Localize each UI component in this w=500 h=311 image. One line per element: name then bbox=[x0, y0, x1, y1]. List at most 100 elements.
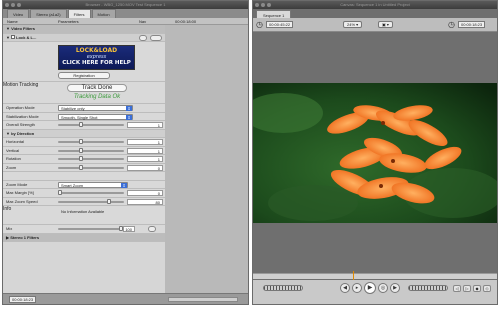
stabilization-mode-label: Stabilization Mode bbox=[6, 113, 39, 119]
canvas-title: Canvas: Sequence 1 in Untitled Project bbox=[340, 2, 410, 7]
overall-strength-row: Overall Strength 1 bbox=[3, 121, 165, 130]
help-banner[interactable]: LOCK&LOAD express CLICK HERE FOR HELP bbox=[58, 45, 135, 70]
horizontal-row: Horizontal 1 bbox=[3, 138, 165, 147]
vertical-slider[interactable] bbox=[58, 147, 124, 153]
vertical-label: Vertical bbox=[6, 147, 20, 153]
play-button[interactable]: ▶ bbox=[364, 282, 376, 294]
by-direction-group[interactable]: ▼ by Direction bbox=[3, 129, 165, 138]
tab-video[interactable]: Video bbox=[7, 9, 30, 18]
max-zoom-speed-value[interactable]: 80 bbox=[127, 198, 163, 205]
max-zoom-speed-slider[interactable] bbox=[58, 198, 124, 204]
browser-titlebar: Browser - WBG_1250.MOV Test Sequence 1 bbox=[3, 1, 248, 9]
slider-knob[interactable] bbox=[79, 147, 84, 153]
close-dot[interactable] bbox=[5, 3, 9, 7]
mix-value[interactable]: 100 bbox=[123, 226, 135, 232]
zoom-row: Zoom 0 bbox=[3, 163, 165, 172]
operation-mode-select[interactable]: Stabilize only ⇕ bbox=[58, 105, 133, 111]
mark-out-button[interactable]: ▷ bbox=[463, 285, 471, 292]
operation-mode-value: Stabilize only bbox=[61, 106, 85, 111]
keyframe-button[interactable]: ◇ bbox=[483, 285, 491, 292]
parameter-list: ▼ Video Filters ▼ Lock & L... LOCK&LOAD … bbox=[3, 25, 165, 242]
keyframe-menu-icon[interactable] bbox=[150, 34, 162, 41]
max-zoom-speed-label: Max Zoom Speed bbox=[6, 198, 38, 204]
zoom-dot[interactable] bbox=[17, 3, 21, 7]
zoom-value[interactable]: 0 bbox=[127, 164, 163, 171]
playhead[interactable] bbox=[353, 271, 354, 280]
slider-knob[interactable] bbox=[79, 122, 84, 127]
column-parameters: Parameters bbox=[58, 19, 79, 24]
registration-button[interactable]: Registration bbox=[58, 72, 110, 79]
window-controls[interactable] bbox=[5, 3, 21, 7]
shuttle-control[interactable] bbox=[263, 285, 303, 291]
zoom-mode-select[interactable]: Smart Zoom ⇕ bbox=[58, 181, 128, 188]
tracking-status: Tracking Data Ok bbox=[73, 94, 121, 100]
max-margin-value[interactable]: 0 bbox=[127, 190, 163, 196]
stabilization-mode-select[interactable]: Smooth, Single Shot ⇕ bbox=[58, 113, 133, 120]
info-row: Info No Information Available bbox=[3, 206, 165, 225]
rotation-slider[interactable] bbox=[58, 156, 124, 161]
filter-enable-checkbox[interactable] bbox=[11, 35, 16, 40]
minimize-dot[interactable] bbox=[11, 3, 15, 7]
group-stereo-filters[interactable]: ▶ Stereo 1 Filters bbox=[3, 233, 165, 242]
timecode-field[interactable]: 00:00:18:23 bbox=[9, 296, 37, 303]
window-controls[interactable] bbox=[255, 3, 271, 7]
column-name: Name bbox=[7, 19, 18, 24]
filter-lock-and-load[interactable]: ▼ Lock & L... bbox=[3, 33, 165, 42]
spacer-row bbox=[3, 172, 165, 181]
mark-in-button[interactable]: ◁ bbox=[453, 285, 461, 292]
mix-slider[interactable] bbox=[58, 226, 124, 231]
previous-edit-button[interactable]: ◀ bbox=[340, 283, 350, 293]
keyframe-button-icon[interactable] bbox=[148, 226, 156, 232]
reset-x-icon[interactable] bbox=[139, 34, 147, 41]
track-done-button[interactable]: Track Done bbox=[67, 84, 127, 92]
add-marker-button[interactable]: ◆ bbox=[473, 285, 481, 292]
tab-motion[interactable]: Motion bbox=[91, 9, 116, 18]
zoom-dot[interactable] bbox=[267, 3, 271, 7]
zoom-mode-row: Zoom Mode Smart Zoom ⇕ bbox=[3, 180, 165, 189]
motion-tracking-label: Motion Tracking bbox=[3, 82, 39, 88]
slider-knob[interactable] bbox=[79, 164, 84, 170]
next-edit-button[interactable]: ▶ bbox=[390, 283, 400, 293]
max-margin-slider[interactable] bbox=[58, 190, 124, 195]
rotation-value[interactable]: 1 bbox=[127, 156, 163, 162]
horizontal-slider[interactable] bbox=[58, 139, 124, 144]
minimize-dot[interactable] bbox=[261, 3, 265, 7]
tab-filters[interactable]: Filters bbox=[67, 9, 91, 18]
overall-strength-label: Overall Strength bbox=[6, 122, 35, 127]
close-dot[interactable] bbox=[255, 3, 259, 7]
canvas-titlebar: Canvas: Sequence 1 in Untitled Project bbox=[253, 1, 497, 9]
timeline-scrubber[interactable] bbox=[253, 271, 497, 280]
group-video-filters[interactable]: ▼ Video Filters bbox=[3, 25, 165, 34]
current-timecode[interactable]: 00:00:18:23 bbox=[458, 21, 486, 28]
stabilization-mode-value: Smooth, Single Shot bbox=[61, 114, 98, 120]
timeline-scrollbar[interactable] bbox=[168, 297, 238, 302]
duration-timecode[interactable]: 00:00:45:22 bbox=[266, 21, 294, 28]
overall-strength-value[interactable]: 1 bbox=[127, 122, 163, 128]
ad-block: LOCK&LOAD express CLICK HERE FOR HELP Re… bbox=[3, 42, 165, 82]
zoom-slider[interactable] bbox=[58, 164, 124, 170]
slider-knob[interactable] bbox=[79, 156, 84, 161]
video-frame[interactable] bbox=[253, 83, 497, 223]
max-margin-label: Max Margin [%] bbox=[6, 190, 34, 195]
filter-timeline[interactable] bbox=[165, 25, 248, 296]
jog-control[interactable] bbox=[408, 285, 448, 291]
slider-knob[interactable] bbox=[79, 139, 84, 144]
vertical-value[interactable]: 1 bbox=[127, 147, 163, 154]
horizontal-value[interactable]: 1 bbox=[127, 139, 163, 145]
tab-stereo[interactable]: Stereo (a1a2) bbox=[30, 9, 67, 18]
banner-help-text: CLICK HERE FOR HELP bbox=[62, 60, 131, 66]
play-around-button[interactable]: ◎ bbox=[378, 283, 388, 293]
clock-icon: ◷ bbox=[448, 20, 455, 29]
view-select[interactable]: ▣ ▾ bbox=[378, 21, 393, 28]
zoom-select-value: 24% bbox=[347, 22, 356, 27]
slider-knob[interactable] bbox=[106, 198, 111, 204]
motion-tracking-row: Motion Tracking Track Done Tracking Data… bbox=[3, 82, 165, 104]
lily-flowers-image bbox=[253, 83, 497, 223]
zoom-select[interactable]: 24% ▾ bbox=[343, 21, 363, 28]
play-in-out-button[interactable]: ▸ bbox=[352, 283, 362, 293]
stabilization-mode-row: Stabilization Mode Smooth, Single Shot ⇕ bbox=[3, 112, 165, 121]
slider-knob[interactable] bbox=[58, 190, 62, 195]
vertical-row: Vertical 1 bbox=[3, 146, 165, 155]
popup-arrows-icon: ⇕ bbox=[126, 114, 132, 120]
overall-strength-slider[interactable] bbox=[58, 122, 124, 127]
